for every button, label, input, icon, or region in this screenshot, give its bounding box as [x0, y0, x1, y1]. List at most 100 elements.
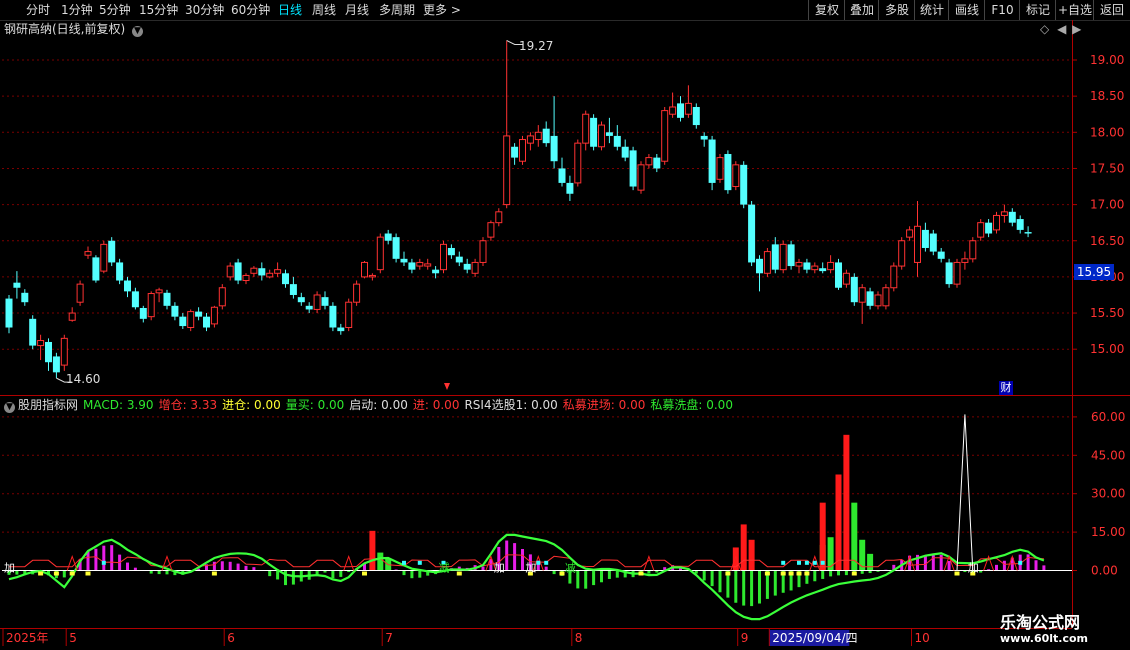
candle-body	[771, 244, 779, 270]
macd-hist-bar	[402, 570, 406, 576]
macd-hist-bar	[552, 570, 556, 575]
candle-body	[858, 287, 866, 303]
cyan-dot	[804, 560, 809, 565]
yellow-dot	[764, 571, 770, 576]
candle-body	[724, 153, 732, 191]
candle-body	[337, 327, 345, 332]
candle-body	[645, 157, 653, 166]
macd-hist-bar	[236, 563, 240, 571]
liangmai-bar	[867, 553, 874, 571]
macd-hist-bar	[331, 570, 335, 579]
macd-hist-bar	[126, 562, 129, 571]
stock-title: 钢研高纳(日线,前复权)	[4, 22, 126, 36]
macd-hist-bar	[513, 543, 517, 571]
indicator-bars	[7, 434, 1046, 607]
macd-hist-bar	[947, 561, 951, 571]
indicator-grid	[2, 416, 1072, 533]
candle-body	[558, 168, 566, 183]
diamond-icon[interactable]: ◇	[1040, 22, 1049, 36]
candle-body	[732, 164, 740, 188]
macd-hist-bar	[718, 570, 722, 593]
cyan-dot	[1018, 560, 1023, 565]
candle-body	[637, 164, 645, 191]
current-price-badge: 15.95	[1074, 264, 1114, 280]
yellow-dot	[362, 571, 367, 576]
candle-body	[131, 291, 139, 308]
indicator-value-axis: 60.00 45.00 30.00 15.00 0.00	[1072, 410, 1125, 578]
candle-body	[155, 289, 163, 294]
candle-body	[542, 128, 550, 144]
macd-hist-bar	[244, 565, 248, 571]
watermark-title: 乐淘公式网	[1000, 613, 1081, 632]
candle-body	[945, 262, 953, 285]
candle-body	[835, 262, 842, 288]
candle-body	[203, 316, 210, 328]
yellow-dot	[69, 571, 75, 576]
candle-body	[890, 265, 898, 289]
macd-hist-bar	[592, 570, 596, 586]
candle-body	[463, 263, 471, 270]
yellow-dot	[211, 571, 217, 576]
candle-body	[13, 282, 21, 288]
timeline-label: 8	[575, 631, 583, 645]
macd-hist-bar	[291, 570, 295, 585]
candle-body	[953, 261, 961, 285]
chevron-left-icon[interactable]: ◀	[1057, 22, 1066, 36]
candle-body	[124, 280, 131, 292]
yellow-dot	[851, 571, 857, 576]
legend-item-7: 私募进场: 0.00	[562, 398, 646, 412]
y-tick-label-main: 16.50	[1090, 234, 1124, 248]
candle-body	[811, 265, 819, 271]
candle-body	[653, 157, 661, 169]
yellow-dot	[780, 571, 786, 576]
jia-label: 加	[4, 562, 15, 575]
candle-body	[447, 247, 455, 256]
candle-body	[1016, 219, 1024, 230]
candle-body	[526, 135, 534, 144]
macd-hist-bar	[813, 570, 817, 582]
candle-body	[582, 113, 590, 144]
candle-body	[100, 243, 108, 272]
macd-hist-bar	[268, 570, 272, 577]
spike-line	[956, 414, 974, 571]
legend-item-5: 进: 0.00	[412, 398, 460, 412]
candle-body	[45, 341, 52, 363]
liangmai-bar	[859, 539, 866, 571]
macd-hist-bar	[607, 570, 611, 579]
candle-body	[803, 262, 811, 270]
high-price-label: 19.27	[519, 39, 554, 53]
y-tick-label-main: 17.50	[1090, 161, 1124, 175]
finance-marker[interactable]: 财	[999, 381, 1013, 395]
macd-hist-bar	[615, 570, 619, 578]
macd-hist-bar	[750, 570, 754, 607]
candle-body	[574, 142, 582, 184]
macd-hist-bar	[710, 570, 714, 587]
y-tick-label-main: 17.00	[1090, 198, 1124, 212]
timeline-label: 7	[385, 631, 393, 645]
candle-body	[139, 307, 147, 319]
cyan-dot	[417, 560, 422, 565]
candle-body	[850, 276, 858, 303]
y-tick-label-main: 18.00	[1090, 125, 1124, 139]
chevron-down-icon[interactable]: ▼	[4, 402, 15, 413]
candle-body	[613, 135, 621, 147]
jia-label: 加	[525, 562, 536, 575]
timeline-label: 5	[69, 631, 77, 645]
candle-body	[234, 262, 242, 281]
candle-body	[21, 292, 29, 303]
y-tick-label-indicator: 15.00	[1091, 525, 1125, 539]
candle-body	[29, 318, 37, 346]
legend-item-1: 增仓: 3.33	[158, 398, 218, 412]
timeline-label: 10	[915, 631, 930, 645]
candle-body	[914, 225, 921, 263]
candle-body	[424, 263, 432, 267]
candle-body	[195, 311, 203, 317]
chevron-down-icon[interactable]: ▼	[132, 26, 144, 37]
candle-body	[258, 268, 266, 276]
candle-body	[495, 211, 503, 224]
macd-hist-bar	[212, 561, 216, 571]
macd-hist-bar	[576, 570, 580, 589]
chevron-right-icon[interactable]: ▶	[1072, 22, 1081, 36]
candle-body	[1000, 211, 1008, 216]
macd-hist-bar	[1042, 565, 1046, 571]
